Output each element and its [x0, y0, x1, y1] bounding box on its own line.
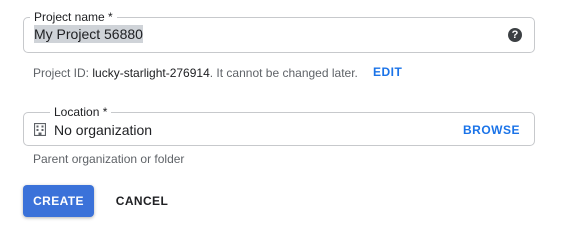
project-name-input[interactable]: My Project 56880: [32, 25, 506, 46]
browse-button[interactable]: BROWSE: [463, 123, 520, 137]
organization-icon: [34, 123, 46, 136]
project-id-hint: Project ID: lucky-starlight-276914. It c…: [33, 65, 358, 81]
help-icon[interactable]: ?: [508, 28, 522, 42]
location-value: No organization: [54, 122, 153, 138]
project-id-value: lucky-starlight-276914: [92, 66, 210, 80]
project-name-value: My Project 56880: [34, 25, 143, 43]
location-label: Location *: [50, 104, 112, 120]
project-name-label: Project name *: [30, 9, 117, 25]
location-hint: Parent organization or folder: [33, 152, 185, 166]
project-id-prefix: Project ID:: [33, 66, 93, 80]
project-id-suffix: . It cannot be changed later.: [209, 66, 358, 80]
cancel-button[interactable]: CANCEL: [106, 185, 178, 217]
project-name-field[interactable]: Project name * My Project 56880 ?: [23, 9, 535, 53]
edit-project-id-button[interactable]: EDIT: [373, 65, 402, 79]
location-field[interactable]: Location * No organization BROWSE: [23, 104, 535, 146]
create-button[interactable]: CREATE: [23, 185, 94, 217]
